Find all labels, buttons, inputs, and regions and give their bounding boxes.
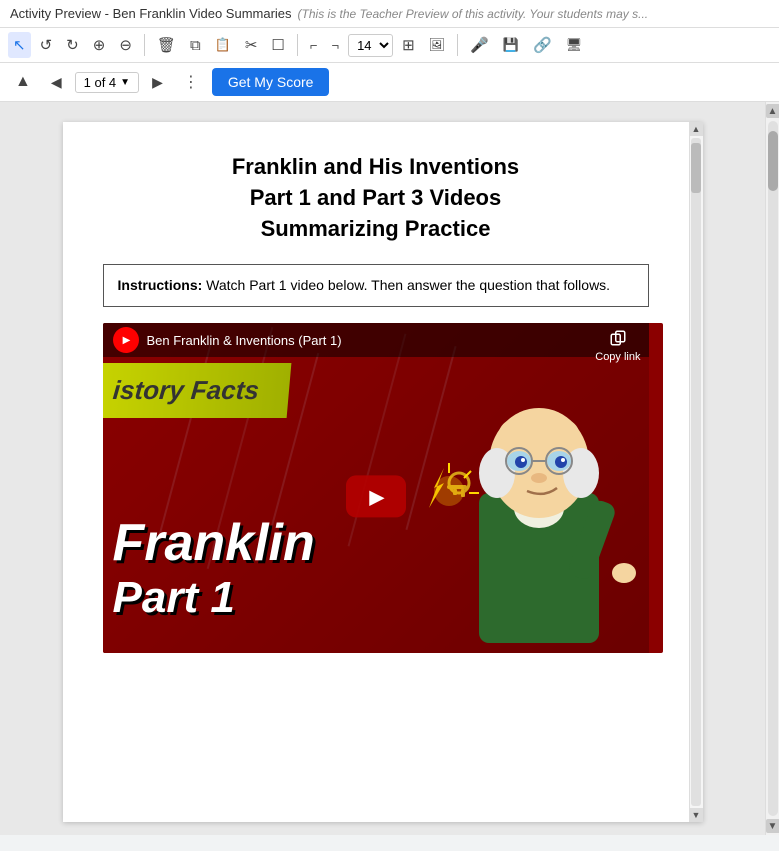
redo-icon: ↻ [66,36,79,54]
crop2-button[interactable]: ¬ [326,34,344,57]
video-container[interactable]: Ben Franklin & Inventions (Part 1) Copy … [103,323,663,653]
instructions-box: Instructions: Watch Part 1 video below. … [103,264,649,307]
blank-icon: ☐ [271,36,284,54]
scroll-track [768,121,778,816]
link-icon: 🔗 [533,36,552,54]
monitor-icon: 🖥 [566,37,583,53]
inner-scroll-track [691,138,701,806]
scroll-down-arrow[interactable]: ▼ [766,819,779,833]
crop1-icon: ⌐ [310,38,318,53]
zoom-out-button[interactable]: ⊖ [114,32,137,58]
zoom-select[interactable]: 10 12 14 16 18 20 [348,34,393,57]
cut-button[interactable]: ✂ [240,32,263,58]
banner-text: istory Facts [111,375,260,405]
copy-icon: ⧉ [190,37,201,54]
crop1-button[interactable]: ⌐ [305,34,323,57]
blank-button[interactable]: ☐ [266,32,289,58]
mic-icon: 🎤 [470,36,489,54]
page-indicator[interactable]: 1 of 4 ▼ [75,72,139,93]
page-title: Franklin and His Inventions Part 1 and P… [103,152,649,244]
sparkle-effect [409,453,489,533]
get-score-button[interactable]: Get My Score [212,68,330,96]
scroll-up-arrow[interactable]: ▲ [766,104,779,118]
page-indicator-text: 1 of 4 [84,75,117,90]
copy-link-icon [609,329,627,351]
app-subtitle: (This is the Teacher Preview of this act… [298,7,649,21]
cursor-icon: ↖ [13,36,26,54]
franklin-big-text: Franklin [113,513,315,573]
page-title-section: Franklin and His Inventions Part 1 and P… [103,152,663,244]
save-button[interactable]: 💾 [498,33,524,57]
separator-3 [457,34,458,56]
toolbar: ↖ ↺ ↻ ⊕ ⊖ 🗑 ⧉ 📋 ✂ ☐ ⌐ ¬ 10 12 14 16 18 2… [0,28,779,63]
youtube-logo [113,327,139,353]
home-nav-button[interactable]: ▲ [8,70,38,94]
image-button[interactable]: 🖼 [424,33,451,57]
undo-icon: ↺ [40,36,53,54]
more-options-button[interactable]: ⋮ [176,69,206,95]
paste-icon: 📋 [215,37,231,53]
zoom-out-icon: ⊖ [119,36,132,54]
monitor-button[interactable]: 🖥 [561,33,588,57]
nav-bar: ▲ ◀ 1 of 4 ▼ ▶ ⋮ Get My Score [0,63,779,102]
app-title: Activity Preview - Ben Franklin Video Su… [10,6,292,21]
main-area: ▲ ▼ Franklin and His Inventions Part 1 a… [0,102,779,835]
copy-link-button[interactable]: Copy link [595,329,640,363]
cursor-tool-button[interactable]: ↖ [8,32,31,58]
instructions-text: Watch Part 1 video below. Then answer th… [202,277,610,293]
mic-button[interactable]: 🎤 [465,32,494,58]
scroll-thumb [768,131,778,191]
separator-1 [144,34,145,56]
instructions-label: Instructions: [118,277,203,293]
separator-2 [297,34,298,56]
paste-button[interactable]: 📋 [210,33,236,57]
inner-scrollbar[interactable]: ▲ ▼ [689,122,703,822]
next-page-button[interactable]: ▶ [145,71,170,94]
grid-button[interactable]: ⊞ [397,32,420,58]
video-inner: Ben Franklin & Inventions (Part 1) Copy … [103,323,649,653]
inner-scroll-up[interactable]: ▲ [690,122,703,136]
image-icon: 🖼 [429,37,446,53]
prev-page-button[interactable]: ◀ [44,71,69,94]
page-dropdown-icon: ▼ [120,77,130,88]
video-top-bar: Ben Franklin & Inventions (Part 1) [103,323,649,357]
trash-icon: 🗑 [157,36,176,54]
outer-scrollbar[interactable]: ▲ ▼ [765,102,779,835]
cut-icon: ✂ [245,36,258,54]
play-button[interactable] [346,476,406,518]
page-content: ▲ ▼ Franklin and His Inventions Part 1 a… [63,122,703,822]
video-title: Ben Franklin & Inventions (Part 1) [147,333,342,348]
grid-icon: ⊞ [402,36,415,54]
link-button[interactable]: 🔗 [528,32,557,58]
crop2-icon: ¬ [331,38,339,53]
copy-link-label: Copy link [595,351,640,363]
inner-scroll-thumb [691,143,701,193]
delete-button[interactable]: 🗑 [152,32,181,58]
part1-big-text: Part 1 [113,573,235,623]
scroll-area[interactable]: ▲ ▼ Franklin and His Inventions Part 1 a… [0,102,765,835]
zoom-in-button[interactable]: ⊕ [88,32,111,58]
inner-scroll-down[interactable]: ▼ [690,808,703,822]
zoom-in-icon: ⊕ [93,36,106,54]
save-icon: 💾 [503,37,519,53]
history-facts-banner: istory Facts [103,363,291,418]
undo-button[interactable]: ↺ [35,32,58,58]
copy-button[interactable]: ⧉ [185,33,206,58]
title-bar: Activity Preview - Ben Franklin Video Su… [0,0,779,28]
redo-button[interactable]: ↻ [61,32,84,58]
